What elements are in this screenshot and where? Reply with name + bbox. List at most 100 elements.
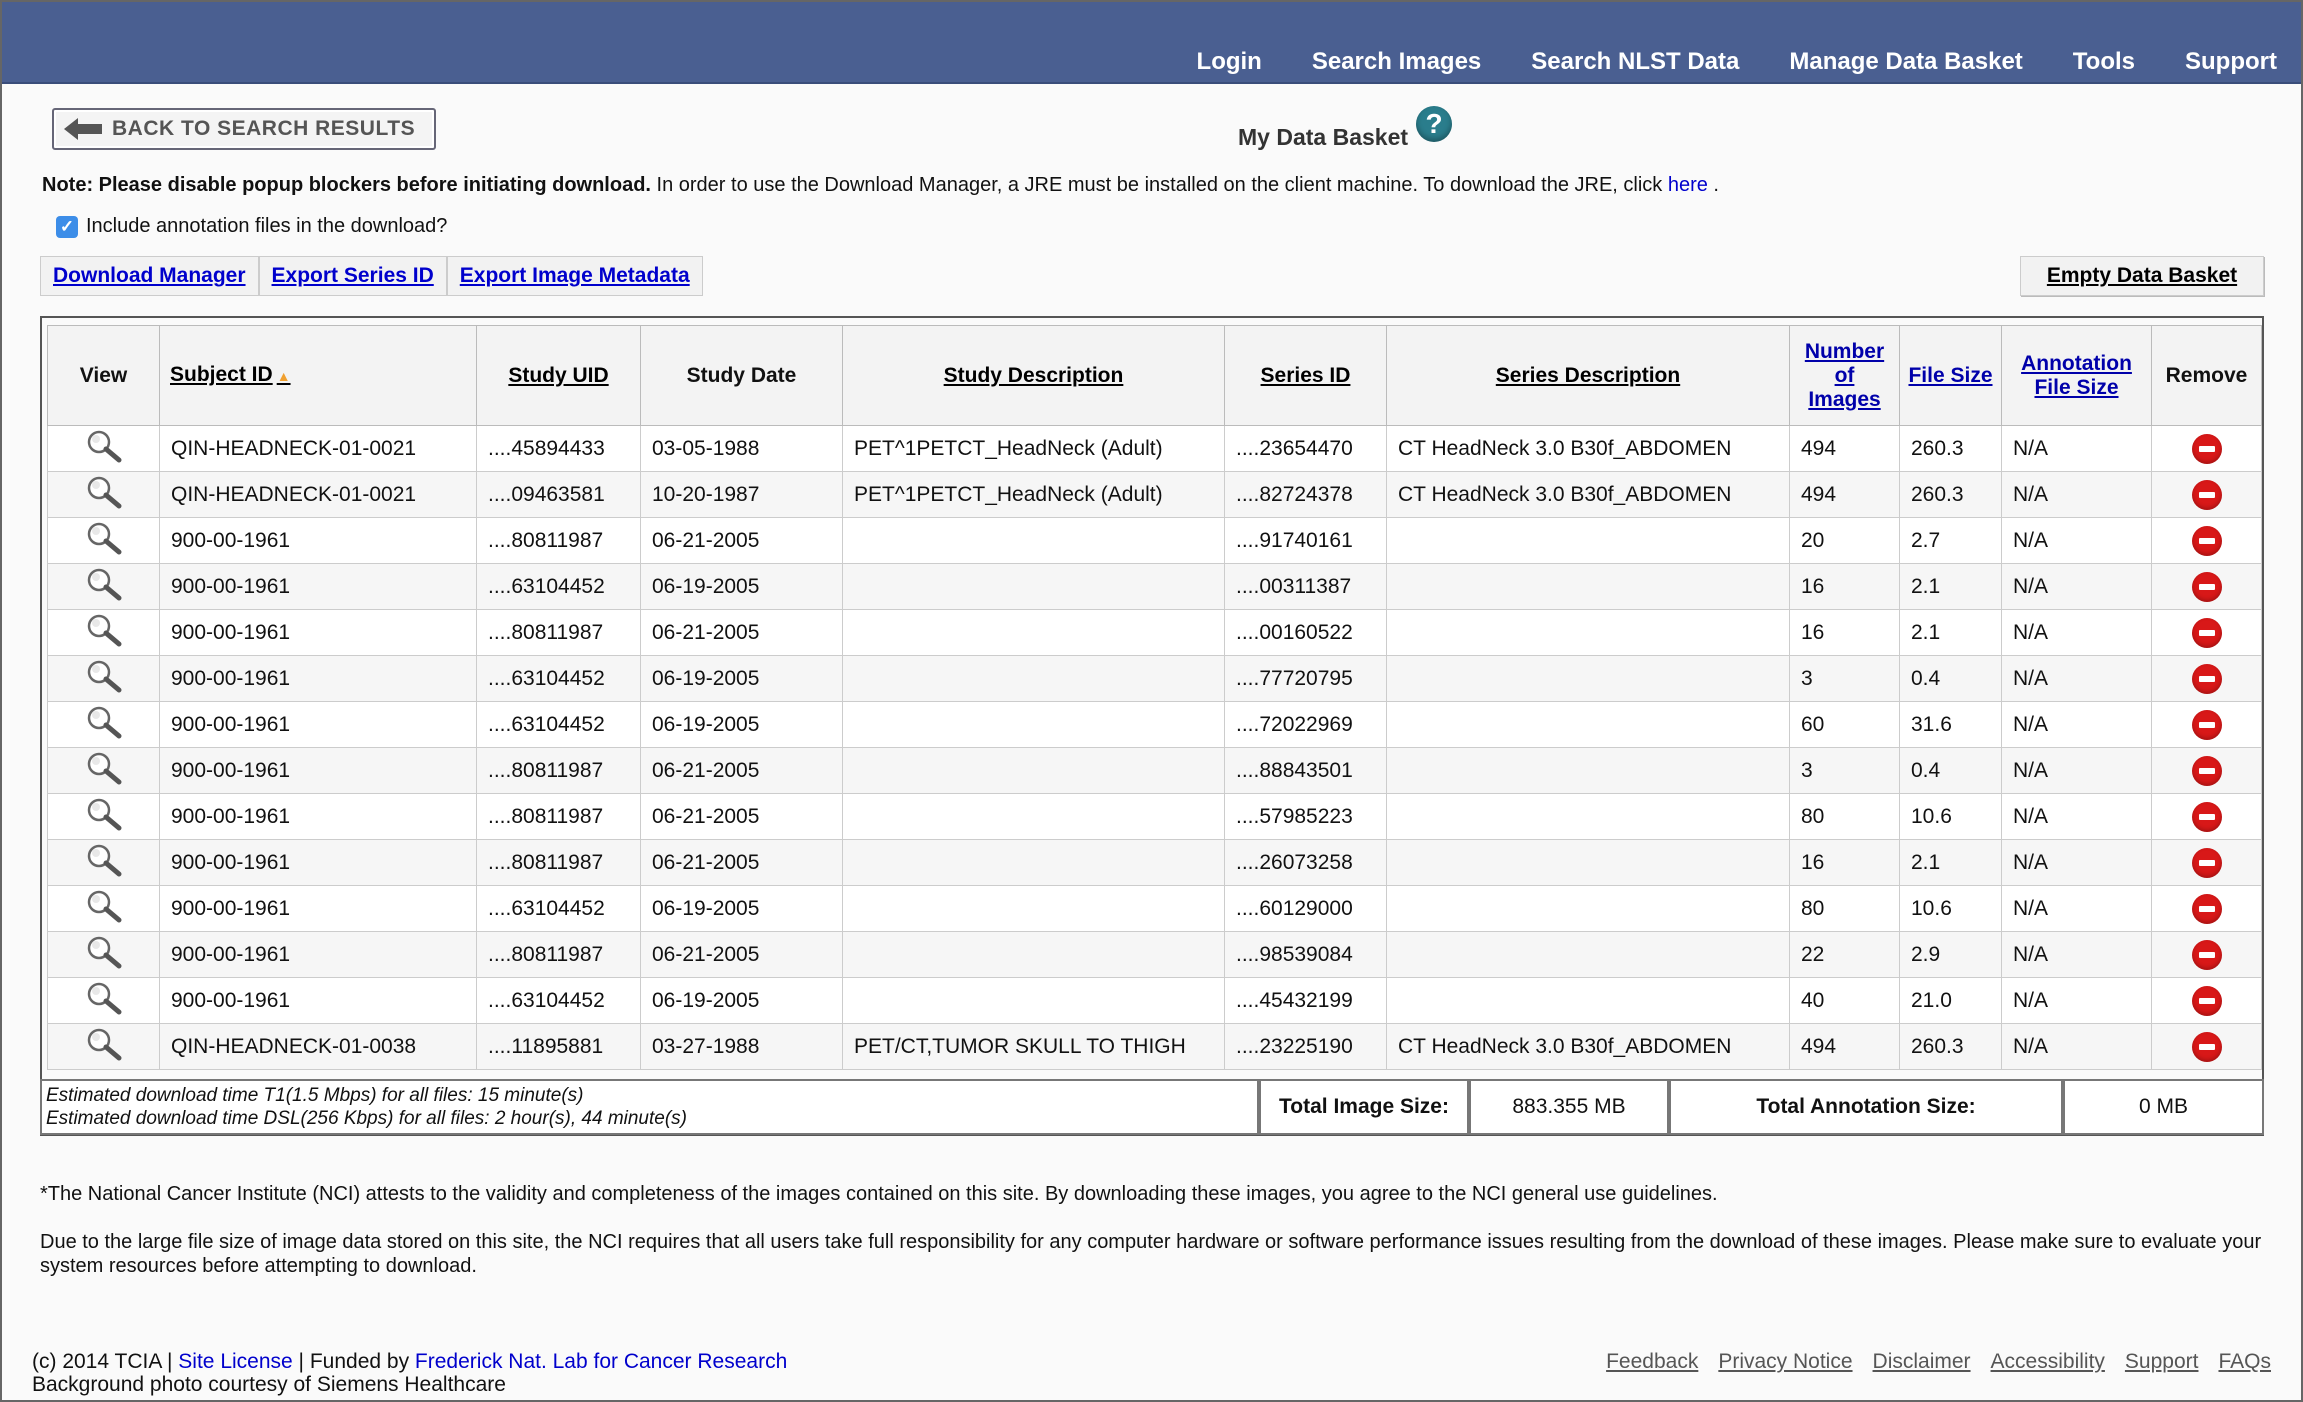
cell-view	[47, 839, 160, 886]
cell-subject-id: 900-00-1961	[159, 609, 477, 656]
header-file-size[interactable]: File Size	[1899, 325, 2002, 426]
cell-study-description	[842, 701, 1225, 748]
nav-support[interactable]: Support	[2185, 48, 2277, 76]
nav-search-nlst-data[interactable]: Search NLST Data	[1531, 48, 1739, 76]
magnifier-icon[interactable]	[85, 981, 123, 1021]
footer-feedback-link[interactable]: Feedback	[1606, 1350, 1698, 1374]
magnifier-icon[interactable]	[85, 429, 123, 469]
site-license-link[interactable]: Site License	[172, 1350, 292, 1373]
back-to-search-results-button[interactable]: BACK TO SEARCH RESULTS	[52, 108, 436, 150]
remove-icon[interactable]	[2191, 847, 2222, 878]
magnifier-icon[interactable]	[85, 613, 123, 653]
download-manager-link[interactable]: Download Manager	[40, 256, 259, 296]
header-series-description[interactable]: Series Description	[1386, 325, 1790, 426]
cell-series-description	[1386, 977, 1790, 1024]
cell-series-id: ....57985223	[1224, 793, 1387, 840]
footer-faqs-link[interactable]: FAQs	[2218, 1350, 2271, 1374]
magnifier-icon[interactable]	[85, 521, 123, 561]
footer-privacy-notice-link[interactable]: Privacy Notice	[1718, 1350, 1852, 1374]
header-study-uid[interactable]: Study UID	[476, 325, 641, 426]
cell-number-of-images: 3	[1789, 747, 1900, 794]
cell-study-description	[842, 931, 1225, 978]
total-image-size-label: Total Image Size:	[1259, 1079, 1469, 1135]
cell-series-id: ....60129000	[1224, 885, 1387, 932]
include-annotation-row: ✓ Include annotation files in the downlo…	[56, 215, 447, 238]
cell-annotation-file-size: N/A	[2001, 747, 2152, 794]
remove-icon[interactable]	[2191, 801, 2222, 832]
header-annotation-file-size[interactable]: Annotation File Size	[2001, 325, 2152, 426]
cell-view	[47, 885, 160, 932]
remove-icon[interactable]	[2191, 663, 2222, 694]
magnifier-icon[interactable]	[85, 475, 123, 515]
nav-tools[interactable]: Tools	[2073, 48, 2135, 76]
nav-search-images[interactable]: Search Images	[1312, 48, 1481, 76]
magnifier-icon[interactable]	[85, 935, 123, 975]
cell-number-of-images: 80	[1789, 885, 1900, 932]
cell-series-description	[1386, 931, 1790, 978]
cell-study-description: PET^1PETCT_HeadNeck (Adult)	[842, 425, 1225, 472]
empty-data-basket-button[interactable]: Empty Data Basket	[2020, 256, 2264, 296]
magnifier-icon[interactable]	[85, 843, 123, 883]
cell-study-description	[842, 793, 1225, 840]
frederick-lab-link[interactable]: Frederick Nat. Lab for Cancer Research	[409, 1350, 787, 1373]
nav-login[interactable]: Login	[1197, 48, 1262, 76]
remove-icon[interactable]	[2191, 479, 2222, 510]
header-number-of-images[interactable]: Number of Images	[1789, 325, 1900, 426]
export-image-metadata-link[interactable]: Export Image Metadata	[446, 256, 703, 296]
table-row: 900-00-1961 ....63104452 06-19-2005 ....454…	[47, 977, 2262, 1024]
table-row: 900-00-1961 ....80811987 06-21-2005 ....985…	[47, 931, 2262, 978]
export-series-id-link[interactable]: Export Series ID	[258, 256, 447, 296]
cell-study-date: 06-21-2005	[640, 793, 843, 840]
cell-series-id: ....72022969	[1224, 701, 1387, 748]
remove-icon[interactable]	[2191, 755, 2222, 786]
cell-study-date: 10-20-1987	[640, 471, 843, 518]
magnifier-icon[interactable]	[85, 889, 123, 929]
disclaimer: *The National Cancer Institute (NCI) att…	[40, 1182, 2270, 1302]
help-icon[interactable]: ?	[1416, 106, 1452, 142]
estimated-download-times: Estimated download time T1(1.5 Mbps) for…	[40, 1079, 1259, 1135]
remove-icon[interactable]	[2191, 433, 2222, 464]
cell-view	[47, 609, 160, 656]
remove-icon[interactable]	[2191, 893, 2222, 924]
cell-series-id: ....26073258	[1224, 839, 1387, 886]
remove-icon[interactable]	[2191, 985, 2222, 1016]
magnifier-icon[interactable]	[85, 751, 123, 791]
cell-study-date: 06-21-2005	[640, 609, 843, 656]
footer-support-link[interactable]: Support	[2125, 1350, 2199, 1374]
header-subject-id[interactable]: Subject ID ▲	[159, 325, 477, 426]
footer-disclaimer-link[interactable]: Disclaimer	[1873, 1350, 1971, 1374]
cell-series-description	[1386, 701, 1790, 748]
cell-view	[47, 471, 160, 518]
cell-series-description	[1386, 655, 1790, 702]
cell-view	[47, 701, 160, 748]
remove-icon[interactable]	[2191, 1031, 2222, 1062]
header-series-id[interactable]: Series ID	[1224, 325, 1387, 426]
include-annotation-checkbox[interactable]: ✓	[56, 215, 78, 238]
cell-file-size: 10.6	[1899, 885, 2002, 932]
jre-here-link[interactable]: here	[1668, 174, 1708, 196]
cell-number-of-images: 494	[1789, 1023, 1900, 1070]
cell-study-date: 03-27-1988	[640, 1023, 843, 1070]
nav-manage-data-basket[interactable]: Manage Data Basket	[1789, 48, 2022, 76]
page-title: My Data Basket	[1238, 124, 1409, 150]
cell-series-description: CT HeadNeck 3.0 B30f_ABDOMEN	[1386, 1023, 1790, 1070]
remove-icon[interactable]	[2191, 939, 2222, 970]
remove-icon[interactable]	[2191, 709, 2222, 740]
header-study-description[interactable]: Study Description	[842, 325, 1225, 426]
cell-annotation-file-size: N/A	[2001, 563, 2152, 610]
magnifier-icon[interactable]	[85, 1027, 123, 1067]
cell-remove	[2151, 885, 2262, 932]
magnifier-icon[interactable]	[85, 567, 123, 607]
magnifier-icon[interactable]	[85, 705, 123, 745]
cell-number-of-images: 22	[1789, 931, 1900, 978]
cell-study-uid: ....80811987	[476, 747, 641, 794]
magnifier-icon[interactable]	[85, 659, 123, 699]
remove-icon[interactable]	[2191, 617, 2222, 648]
cell-study-uid: ....80811987	[476, 517, 641, 564]
cell-study-uid: ....63104452	[476, 563, 641, 610]
note-tail: .	[1707, 174, 1719, 196]
remove-icon[interactable]	[2191, 525, 2222, 556]
remove-icon[interactable]	[2191, 571, 2222, 602]
footer-accessibility-link[interactable]: Accessibility	[1991, 1350, 2105, 1374]
magnifier-icon[interactable]	[85, 797, 123, 837]
